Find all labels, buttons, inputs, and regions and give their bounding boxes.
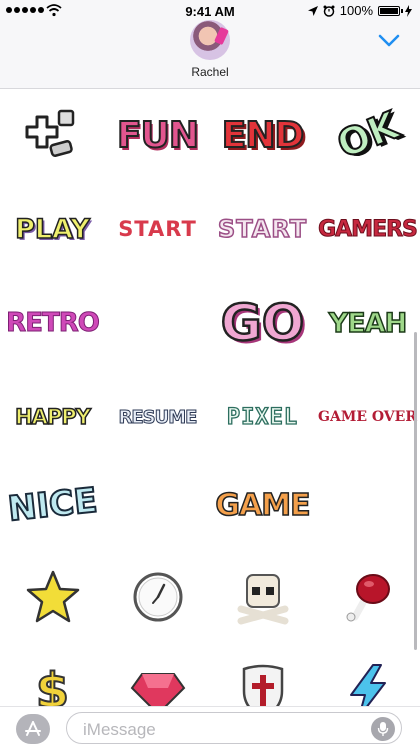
message-input-bar bbox=[0, 706, 420, 751]
alarm-icon bbox=[323, 5, 335, 17]
sticker-resume[interactable]: RESUME bbox=[105, 370, 210, 464]
microphone-icon bbox=[377, 722, 389, 736]
microphone-button[interactable] bbox=[371, 717, 395, 741]
battery-icon bbox=[378, 5, 403, 16]
sticker-game[interactable]: GAME bbox=[210, 458, 315, 552]
sticker-skull[interactable] bbox=[210, 550, 315, 644]
message-field[interactable] bbox=[66, 712, 402, 744]
sticker-gamepad[interactable] bbox=[0, 88, 105, 182]
contact-name[interactable]: Rachel bbox=[0, 65, 420, 79]
star-icon bbox=[26, 570, 79, 623]
sticker-clock[interactable] bbox=[105, 550, 210, 644]
sticker-happy[interactable]: HAPPY bbox=[0, 370, 105, 464]
sticker-fun[interactable]: FUN bbox=[105, 88, 210, 182]
gamepad-dice-icon bbox=[25, 109, 74, 157]
sticker-end[interactable]: END bbox=[210, 88, 315, 182]
status-bar: 9:41 AM 100% bbox=[0, 0, 420, 22]
sticker-yeah[interactable]: YEAH bbox=[315, 276, 420, 370]
sticker-dollar[interactable]: $ bbox=[0, 644, 105, 710]
sticker-start-pink[interactable]: START bbox=[210, 182, 315, 276]
sticker-play[interactable]: PLAY bbox=[0, 182, 105, 276]
sticker-pixel[interactable]: PIXEL bbox=[210, 370, 315, 464]
gem-icon bbox=[130, 673, 185, 710]
charging-bolt-icon bbox=[405, 4, 412, 17]
contact-avatar[interactable] bbox=[190, 20, 230, 60]
dollar-sign-icon: $ bbox=[35, 662, 70, 710]
skull-crossbones-icon bbox=[237, 574, 288, 625]
sticker-lightning[interactable] bbox=[315, 644, 420, 710]
scrollbar[interactable] bbox=[414, 332, 417, 650]
clock-icon bbox=[133, 572, 182, 622]
sticker-start-red[interactable]: START bbox=[105, 182, 210, 276]
sticker-shield[interactable] bbox=[210, 644, 315, 710]
app-store-button[interactable] bbox=[16, 714, 50, 744]
location-arrow-icon bbox=[307, 5, 318, 16]
sticker-star[interactable] bbox=[0, 550, 105, 644]
sticker-meat[interactable] bbox=[315, 550, 420, 644]
shield-icon bbox=[242, 664, 283, 710]
meat-drumstick-icon bbox=[346, 574, 390, 622]
lightning-bolt-icon bbox=[349, 664, 386, 710]
sticker-ok[interactable]: OK bbox=[315, 88, 420, 182]
sticker-grid: FUN END OK PLAY START START GAMERS RETRO… bbox=[0, 88, 420, 710]
battery-percent: 100% bbox=[339, 3, 373, 18]
sticker-go[interactable]: GO bbox=[210, 276, 315, 370]
imessage-input[interactable] bbox=[81, 719, 365, 741]
sticker-nice[interactable]: NICE bbox=[0, 458, 105, 552]
sticker-gamers[interactable]: GAMERS bbox=[315, 182, 420, 276]
chevron-down-icon[interactable] bbox=[378, 34, 400, 48]
sticker-gem[interactable] bbox=[105, 644, 210, 710]
app-store-icon bbox=[25, 721, 41, 736]
sticker-game-over[interactable]: GAME OVER bbox=[315, 370, 420, 464]
sticker-retro[interactable]: RETRO bbox=[0, 276, 105, 370]
